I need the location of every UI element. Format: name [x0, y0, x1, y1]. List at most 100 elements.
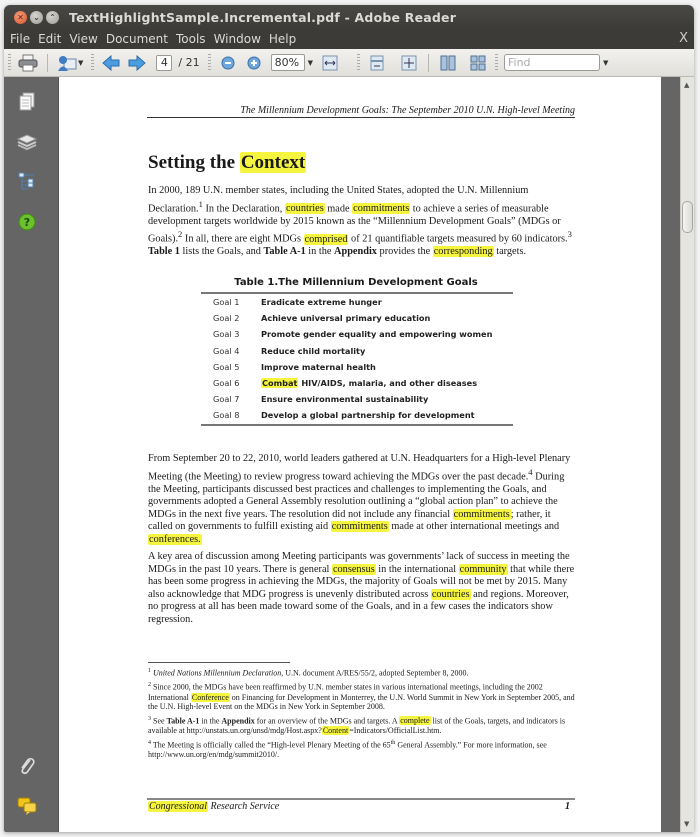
paragraph-2: From September 20 to 22, 2010, world lea… — [148, 453, 576, 547]
text-run: for an overview of the MDGs and targets.… — [254, 716, 400, 726]
share-email-icon[interactable] — [56, 52, 78, 74]
footer-divider — [147, 798, 575, 800]
zoom-out-icon[interactable] — [217, 52, 239, 74]
highlight-annotation[interactable]: Content — [321, 725, 350, 735]
text-run: From September 20 to 22, 2010, world lea… — [148, 453, 571, 483]
zoom-level-input[interactable]: 80% — [270, 54, 305, 71]
highlight-annotation[interactable]: countries — [430, 588, 471, 600]
attachment-icon[interactable] — [16, 755, 38, 777]
footnote-1: 1 United Nations Millennium Declaration,… — [148, 667, 576, 678]
paragraph-3: A key area of discussion among Meeting p… — [148, 551, 576, 627]
navigation-panel: ? — [4, 77, 59, 832]
menu-file[interactable]: File — [10, 32, 30, 46]
goal-text: HIV/AIDS, malaria, and other diseases — [298, 378, 478, 389]
menu-help[interactable]: Help — [269, 32, 296, 46]
scroll-thumb[interactable] — [682, 201, 693, 233]
toolbar-grip[interactable] — [8, 53, 11, 72]
bold-ref: Table A-1 — [166, 716, 200, 726]
highlight-annotation[interactable]: Conference — [190, 692, 230, 702]
goal-description: Reduce child mortality — [261, 346, 365, 356]
table-row: Goal 4 Reduce child mortality — [201, 343, 513, 359]
text-run: in the international — [375, 563, 459, 575]
bold-ref: Appendix — [221, 716, 255, 726]
highlight-annotation[interactable]: Congressional — [148, 801, 208, 812]
page-footer-number: 1 — [565, 801, 570, 812]
highlight-annotation[interactable]: consensus — [331, 563, 376, 575]
share-dropdown-arrow[interactable]: ▼ — [78, 59, 83, 67]
table-row: Goal 1 Eradicate extreme hunger — [201, 294, 513, 310]
vertical-scrollbar[interactable]: ▲ ▼ — [680, 77, 694, 832]
close-window-button[interactable]: ✕ — [14, 10, 27, 24]
find-input[interactable]: Find — [503, 54, 600, 71]
zoom-dropdown-arrow[interactable]: ▼ — [308, 59, 313, 67]
text-run: lists the Goals, and — [179, 246, 264, 258]
zoom-in-icon[interactable] — [243, 52, 265, 74]
highlight-annotation[interactable]: conferences. — [148, 533, 202, 545]
highlight-annotation[interactable]: community — [458, 563, 508, 575]
highlight-annotation[interactable]: complete — [399, 716, 431, 726]
scroll-up-arrow[interactable]: ▲ — [684, 81, 689, 89]
highlight-annotation[interactable]: Context — [239, 152, 307, 173]
goal-label: Goal 5 — [213, 361, 240, 372]
goal-label: Goal 8 — [213, 410, 240, 421]
goal-description: Improve maternal health — [261, 362, 376, 372]
scroll-down-arrow[interactable]: ▼ — [684, 820, 689, 828]
toolbar-separator — [47, 53, 48, 72]
highlight-annotation[interactable]: commitments — [452, 508, 511, 520]
menu-view[interactable]: View — [69, 32, 97, 46]
goal-description: Achieve universal primary education — [261, 313, 430, 323]
full-screen-icon[interactable] — [398, 52, 420, 74]
highlight-annotation[interactable]: corresponding — [432, 246, 494, 258]
highlight-annotation[interactable]: comprised — [303, 233, 349, 245]
pages-icon[interactable] — [16, 91, 38, 113]
highlight-annotation[interactable]: countries — [284, 203, 325, 215]
maximize-window-button[interactable]: ⌃ — [46, 10, 59, 24]
window-controls: ✕ ⌄ ⌃ — [14, 10, 59, 24]
footnote-3: 3 See Table A-1 in the Appendix for an o… — [148, 715, 576, 736]
find-dropdown-arrow[interactable]: ▼ — [603, 59, 608, 67]
goal-description: Ensure environmental sustainability — [261, 394, 428, 404]
next-page-icon[interactable] — [126, 52, 148, 74]
help-icon[interactable]: ? — [16, 211, 38, 233]
structure-icon[interactable] — [16, 171, 38, 193]
text-run: =Indicators/OfficialList.htm. — [349, 725, 442, 735]
title-bar: ✕ ⌄ ⌃ TextHighlightSample.Incremental.pd… — [4, 5, 694, 29]
previous-page-icon[interactable] — [100, 52, 122, 74]
text-run: provides the — [376, 246, 433, 258]
menu-document[interactable]: Document — [106, 32, 168, 46]
menu-tools[interactable]: Tools — [176, 32, 206, 46]
highlight-annotation[interactable]: commitments — [330, 521, 389, 533]
highlight-annotation[interactable]: commitments — [352, 203, 411, 215]
goal-text: Achieve universal primary education — [261, 313, 431, 324]
two-page-icon[interactable] — [437, 52, 459, 74]
bold-ref: Appendix — [334, 246, 377, 258]
toolbar-grip[interactable] — [494, 53, 498, 72]
minimize-window-button[interactable]: ⌄ — [30, 10, 43, 24]
menu-window[interactable]: Window — [214, 32, 261, 46]
close-document-button[interactable]: X — [679, 31, 688, 46]
text-run: United Nations Millennium Declaration — [153, 668, 282, 678]
goal-label: Goal 6 — [213, 378, 240, 389]
table-row: Goal 8 Develop a global partnership for d… — [201, 407, 513, 423]
toolbar-grip[interactable] — [207, 53, 211, 72]
page-footer-source: Congressional Research Service — [148, 801, 279, 812]
page-number-input[interactable]: 4 — [156, 54, 173, 71]
menu-edit[interactable]: Edit — [38, 32, 61, 46]
goal-text: Eradicate extreme hunger — [261, 297, 382, 308]
goal-description: Combat HIV/AIDS, malaria, and other dise… — [261, 378, 478, 389]
goal-description: Eradicate extreme hunger — [261, 297, 382, 307]
layers-icon[interactable] — [16, 131, 38, 153]
fit-page-icon[interactable] — [366, 52, 388, 74]
print-icon[interactable] — [17, 52, 39, 74]
continuous-icon[interactable] — [467, 52, 489, 74]
comments-icon[interactable] — [16, 795, 38, 817]
fit-width-icon[interactable] — [319, 52, 341, 74]
toolbar-grip[interactable] — [91, 53, 95, 72]
goal-label: Goal 4 — [213, 345, 240, 356]
bold-ref: Table A-1 — [263, 246, 306, 258]
text-run: See — [151, 716, 167, 726]
highlight-annotation[interactable]: Combat — [261, 378, 299, 389]
toolbar-grip[interactable] — [356, 53, 360, 72]
section-title: Setting the Context — [148, 152, 307, 174]
document-viewport[interactable]: The Millennium Development Goals: The Se… — [59, 77, 680, 832]
